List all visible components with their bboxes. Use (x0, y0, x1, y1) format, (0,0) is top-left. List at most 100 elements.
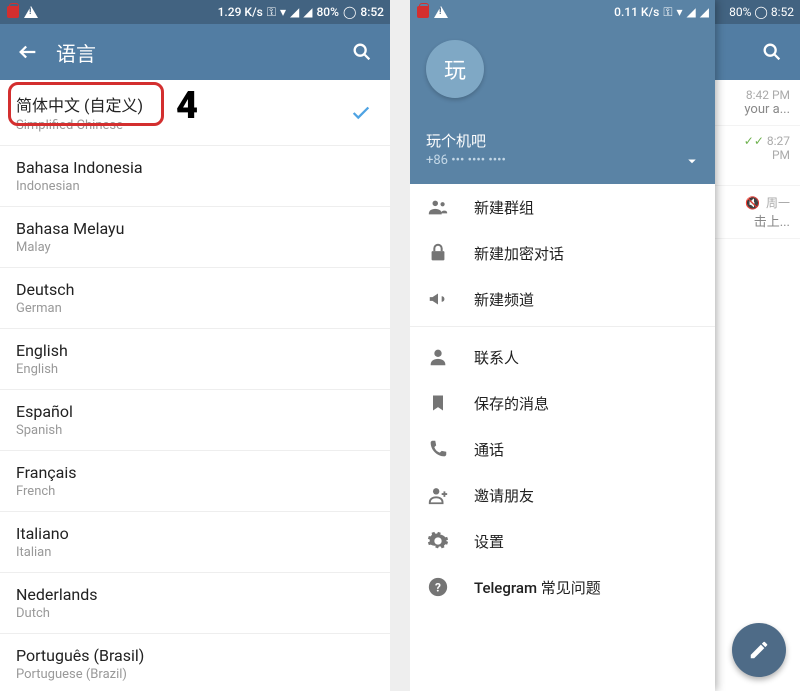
key-icon: ⚿ (663, 5, 672, 20)
menu-label: 邀请朋友 (474, 485, 534, 506)
menu-saved-messages[interactable]: 保存的消息 (410, 380, 715, 426)
compose-fab[interactable] (732, 623, 786, 677)
phone-icon (426, 437, 450, 461)
username: 玩个机吧 (426, 130, 699, 151)
chat-row[interactable]: 🔇 周一 击上... (715, 186, 800, 239)
menu-label: 新建群组 (474, 197, 534, 218)
language-list: 简体中文 (自定义)Simplified ChineseBahasa Indon… (0, 80, 390, 691)
menu-invite-friends[interactable]: 邀请朋友 (410, 472, 715, 518)
person-add-icon (426, 483, 450, 507)
language-item[interactable]: NederlandsDutch (0, 573, 390, 634)
read-icon: ✓✓ (744, 134, 764, 148)
svg-text:?: ? (435, 581, 441, 595)
menu-calls[interactable]: 通话 (410, 426, 715, 472)
language-name: English (16, 341, 374, 360)
gear-icon (426, 529, 450, 553)
wifi-icon: ▾ (677, 5, 683, 19)
language-item[interactable]: Deutsch German (0, 268, 390, 329)
group-icon (426, 195, 450, 219)
signal-icon: ◢ (290, 5, 299, 19)
language-subtitle: Portuguese (Brazil) (16, 667, 374, 682)
menu-faq[interactable]: ? Telegram 常见问题 (410, 564, 715, 610)
battery-icon: ◯ (343, 5, 356, 19)
check-icon (350, 102, 372, 124)
lock-icon (426, 241, 450, 265)
language-name: Bahasa Indonesia (16, 158, 374, 177)
divider (410, 326, 715, 334)
language-name: Português (Brasil) (16, 646, 374, 665)
language-item[interactable]: English English (0, 329, 390, 390)
language-item[interactable]: Português (Brasil) Portuguese (Brazil) (0, 634, 390, 691)
megaphone-icon (426, 287, 450, 311)
chevron-down-icon[interactable] (683, 152, 701, 170)
toolbar: 语言 (0, 24, 390, 80)
netspeed: 0.11 K/s (614, 5, 659, 19)
chat-preview: your a... (725, 102, 790, 117)
menu-new-secret-chat[interactable]: 新建加密对话 (410, 230, 715, 276)
language-item[interactable]: Español Spanish (0, 390, 390, 451)
menu-contacts[interactable]: 联系人 (410, 334, 715, 380)
language-name: Deutsch (16, 280, 374, 299)
menu-label: 新建频道 (474, 289, 534, 310)
chat-preview: 击上... (725, 211, 790, 230)
menu-label: 通话 (474, 439, 504, 460)
drawer-header[interactable]: 玩 玩个机吧 +86 ••• •••• •••• (410, 24, 715, 184)
language-subtitle: English (16, 362, 374, 377)
language-subtitle: German (16, 301, 374, 316)
menu-settings[interactable]: 设置 (410, 518, 715, 564)
phone-left: 1.29 K/s ⚿ ▾ ◢ ◢ 80% ◯ 8:52 语言 简体中文 (自定义… (0, 0, 390, 691)
menu-new-group[interactable]: 新建群组 (410, 184, 715, 230)
menu-new-channel[interactable]: 新建频道 (410, 276, 715, 322)
language-name: Español (16, 402, 374, 421)
signal-icon-2: ◢ (303, 5, 312, 19)
phone-number: +86 ••• •••• •••• (426, 153, 699, 168)
status-bar: 0.11 K/s ⚿ ▾ ◢ ◢ (410, 0, 715, 24)
chat-preview (725, 162, 790, 177)
bookmark-icon (426, 391, 450, 415)
battery-icon: ◯ (754, 5, 767, 19)
clock-text: 8:52 (771, 5, 794, 19)
battery-text: 80% (729, 5, 751, 19)
clock-text: 8:52 (360, 5, 384, 19)
wifi-icon: ▾ (280, 5, 286, 19)
drawer-menu: 新建群组 新建加密对话 新建频道 联系人 保存的消息 通话 (410, 184, 715, 610)
menu-label: 设置 (474, 531, 504, 552)
mute-icon: 🔇 (745, 196, 760, 210)
language-item[interactable]: Français French (0, 451, 390, 512)
battery-text: 80% (316, 5, 338, 19)
chat-list-peek: 8:42 PM your a... ✓✓ 8:27 PM 🔇 周一 击上... (715, 0, 800, 691)
signal-icon: ◢ (687, 5, 696, 19)
language-name: Français (16, 463, 374, 482)
language-subtitle: Spanish (16, 423, 374, 438)
bag-icon (416, 5, 430, 19)
language-subtitle: Italian (16, 545, 374, 560)
avatar-initial: 玩 (444, 53, 466, 85)
language-item[interactable]: Bahasa MelayuMalay (0, 207, 390, 268)
chat-row[interactable]: ✓✓ 8:27 PM (715, 126, 800, 186)
avatar: 玩 (426, 40, 484, 98)
search-button[interactable] (342, 32, 382, 72)
menu-label: 保存的消息 (474, 393, 549, 414)
chat-time: 周一 (766, 196, 790, 210)
peek-toolbar (715, 24, 800, 80)
menu-label: Telegram 常见问题 (474, 577, 601, 598)
search-button[interactable] (752, 32, 792, 72)
annotation-step-number: 4 (176, 84, 198, 128)
netspeed: 1.29 K/s (218, 5, 263, 19)
language-subtitle: French (16, 484, 374, 499)
back-button[interactable] (8, 32, 48, 72)
language-item[interactable]: Bahasa IndonesiaIndonesian (0, 146, 390, 207)
signal-icon-2: ◢ (700, 5, 709, 19)
language-item[interactable]: Italiano Italian (0, 512, 390, 573)
phone-right: 8:42 PM your a... ✓✓ 8:27 PM 🔇 周一 击上... … (410, 0, 800, 691)
language-name: Italiano (16, 524, 374, 543)
chat-row[interactable]: 8:42 PM your a... (715, 80, 800, 126)
status-bar-peek: 80% ◯ 8:52 (715, 0, 800, 24)
status-bar: 1.29 K/s ⚿ ▾ ◢ ◢ 80% ◯ 8:52 (0, 0, 390, 24)
person-icon (426, 345, 450, 369)
language-subtitle: Malay (16, 240, 374, 255)
bag-icon (6, 5, 20, 19)
chat-time: 8:42 PM (725, 88, 790, 102)
key-icon: ⚿ (267, 5, 276, 20)
menu-label: 新建加密对话 (474, 243, 564, 264)
